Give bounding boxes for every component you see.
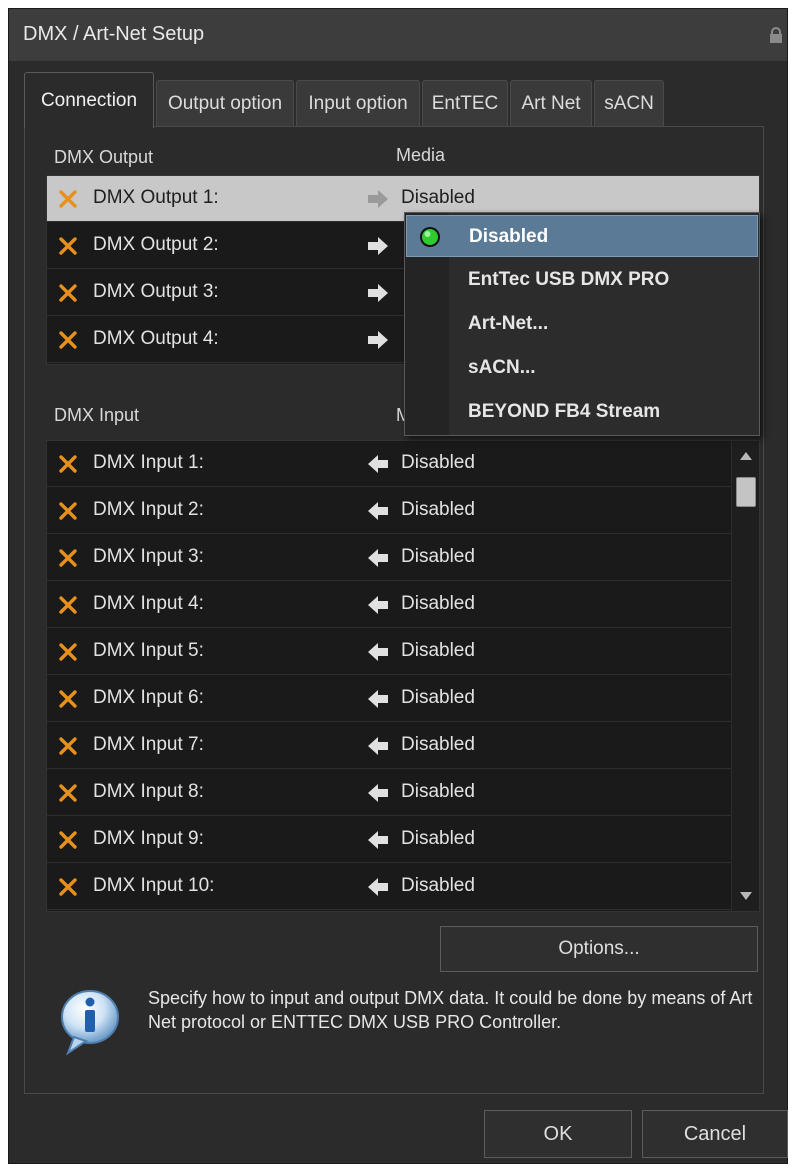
input-media-value[interactable]: Disabled [401,499,475,521]
input-label: DMX Input 2: [93,499,204,520]
media-column-header: Media [396,145,446,165]
scroll-up-icon[interactable] [738,449,754,463]
arrow-right-icon [368,331,388,349]
arrow-right-icon [368,237,388,255]
input-row[interactable]: DMX Input 2: Disabled [47,488,759,534]
green-dot-icon [420,227,440,247]
input-media-value[interactable]: Disabled [401,593,475,615]
tab-art-net[interactable]: Art Net [510,80,592,126]
window-title: DMX / Art-Net Setup [23,23,205,45]
x-icon [59,549,77,567]
input-row[interactable]: DMX Input 7: Disabled [47,723,759,769]
media-dropdown-menu: Disabled EntTec USB DMX PRO Art-Net... s… [404,212,760,436]
input-media-value[interactable]: Disabled [401,781,475,803]
ok-button[interactable]: OK [484,1110,632,1158]
output-label: DMX Output 1: [93,187,219,208]
input-label: DMX Input 9: [93,828,204,849]
cancel-button[interactable]: Cancel [642,1110,788,1158]
input-label: DMX Input 3: [93,546,204,567]
input-label: DMX Input 7: [93,734,204,755]
x-icon [59,237,77,255]
arrow-left-icon [368,784,388,802]
input-label: DMX Input 4: [93,593,204,614]
tab-enttec[interactable]: EntTEC [422,80,508,126]
input-row[interactable]: DMX Input 6: Disabled [47,676,759,722]
x-icon [59,455,77,473]
output-label: DMX Output 3: [93,281,219,302]
input-label: DMX Input 5: [93,640,204,661]
x-icon [59,643,77,661]
scroll-down-icon[interactable] [738,889,754,903]
input-row[interactable]: DMX Input 8: Disabled [47,770,759,816]
x-icon [59,284,77,302]
input-label: DMX Input 6: [93,687,204,708]
title-bar[interactable]: DMX / Art-Net Setup [9,9,787,61]
x-icon [59,331,77,349]
x-icon [59,737,77,755]
menu-item-label: Art-Net... [468,313,549,334]
lock-icon [770,27,782,43]
info-icon [61,990,119,1056]
menu-item-beyond-fb4-stream[interactable]: BEYOND FB4 Stream [406,391,758,433]
arrow-left-icon [368,878,388,896]
x-icon [59,502,77,520]
input-row[interactable]: DMX Input 9: Disabled [47,817,759,863]
menu-item-art-net[interactable]: Art-Net... [406,303,758,345]
dmx-input-list: DMX Input 1: Disabled DMX Input 2: Disab… [46,440,760,912]
arrow-left-icon [368,502,388,520]
scroll-thumb[interactable] [736,477,756,507]
input-row[interactable]: DMX Input 10: Disabled [47,864,759,910]
menu-item-label: Disabled [469,226,549,247]
input-label: DMX Input 8: [93,781,204,802]
input-media-value[interactable]: Disabled [401,734,475,756]
menu-item-sacn[interactable]: sACN... [406,347,758,389]
input-row[interactable]: DMX Input 1: Disabled [47,441,759,487]
input-row[interactable]: DMX Input 5: Disabled [47,629,759,675]
menu-item-label: sACN... [468,357,536,378]
arrow-left-icon [368,596,388,614]
menu-item-disabled[interactable]: Disabled [406,215,758,257]
arrow-left-icon [368,831,388,849]
arrow-left-icon [368,455,388,473]
tab-connection[interactable]: Connection [24,72,154,128]
x-icon [59,831,77,849]
x-icon [59,690,77,708]
tab-output-option[interactable]: Output option [156,80,294,126]
input-media-value[interactable]: Disabled [401,452,475,474]
arrow-left-icon [368,643,388,661]
input-media-value[interactable]: Disabled [401,828,475,850]
menu-item-label: BEYOND FB4 Stream [468,401,661,422]
dmx-input-heading: DMX Input [54,405,140,425]
arrow-left-icon [368,737,388,755]
x-icon [59,190,77,208]
input-row[interactable]: DMX Input 4: Disabled [47,582,759,628]
menu-item-label: EntTec USB DMX PRO [468,269,670,290]
arrow-right-icon [368,190,388,208]
options-button[interactable]: Options... [440,926,758,972]
tab-input-option[interactable]: Input option [296,80,420,126]
input-media-value[interactable]: Disabled [401,875,475,897]
info-description: Specify how to input and output DMX data… [148,988,753,1032]
input-media-value[interactable]: Disabled [401,640,475,662]
input-label: DMX Input 1: [93,452,204,473]
x-icon [59,878,77,896]
output-label: DMX Output 4: [93,328,219,349]
menu-item-enttec-usb-dmx-pro[interactable]: EntTec USB DMX PRO [406,259,758,301]
input-media-value[interactable]: Disabled [401,687,475,709]
output-media-value[interactable]: Disabled [401,187,475,209]
arrow-left-icon [368,690,388,708]
output-label: DMX Output 2: [93,234,219,255]
x-icon [59,784,77,802]
input-row[interactable]: DMX Input 3: Disabled [47,535,759,581]
arrow-right-icon [368,284,388,302]
tab-sacn[interactable]: sACN [594,80,664,126]
input-list-scrollbar[interactable] [731,441,759,911]
arrow-left-icon [368,549,388,567]
input-label: DMX Input 10: [93,875,215,896]
dmx-output-heading: DMX Output [54,147,154,167]
x-icon [59,596,77,614]
input-media-value[interactable]: Disabled [401,546,475,568]
